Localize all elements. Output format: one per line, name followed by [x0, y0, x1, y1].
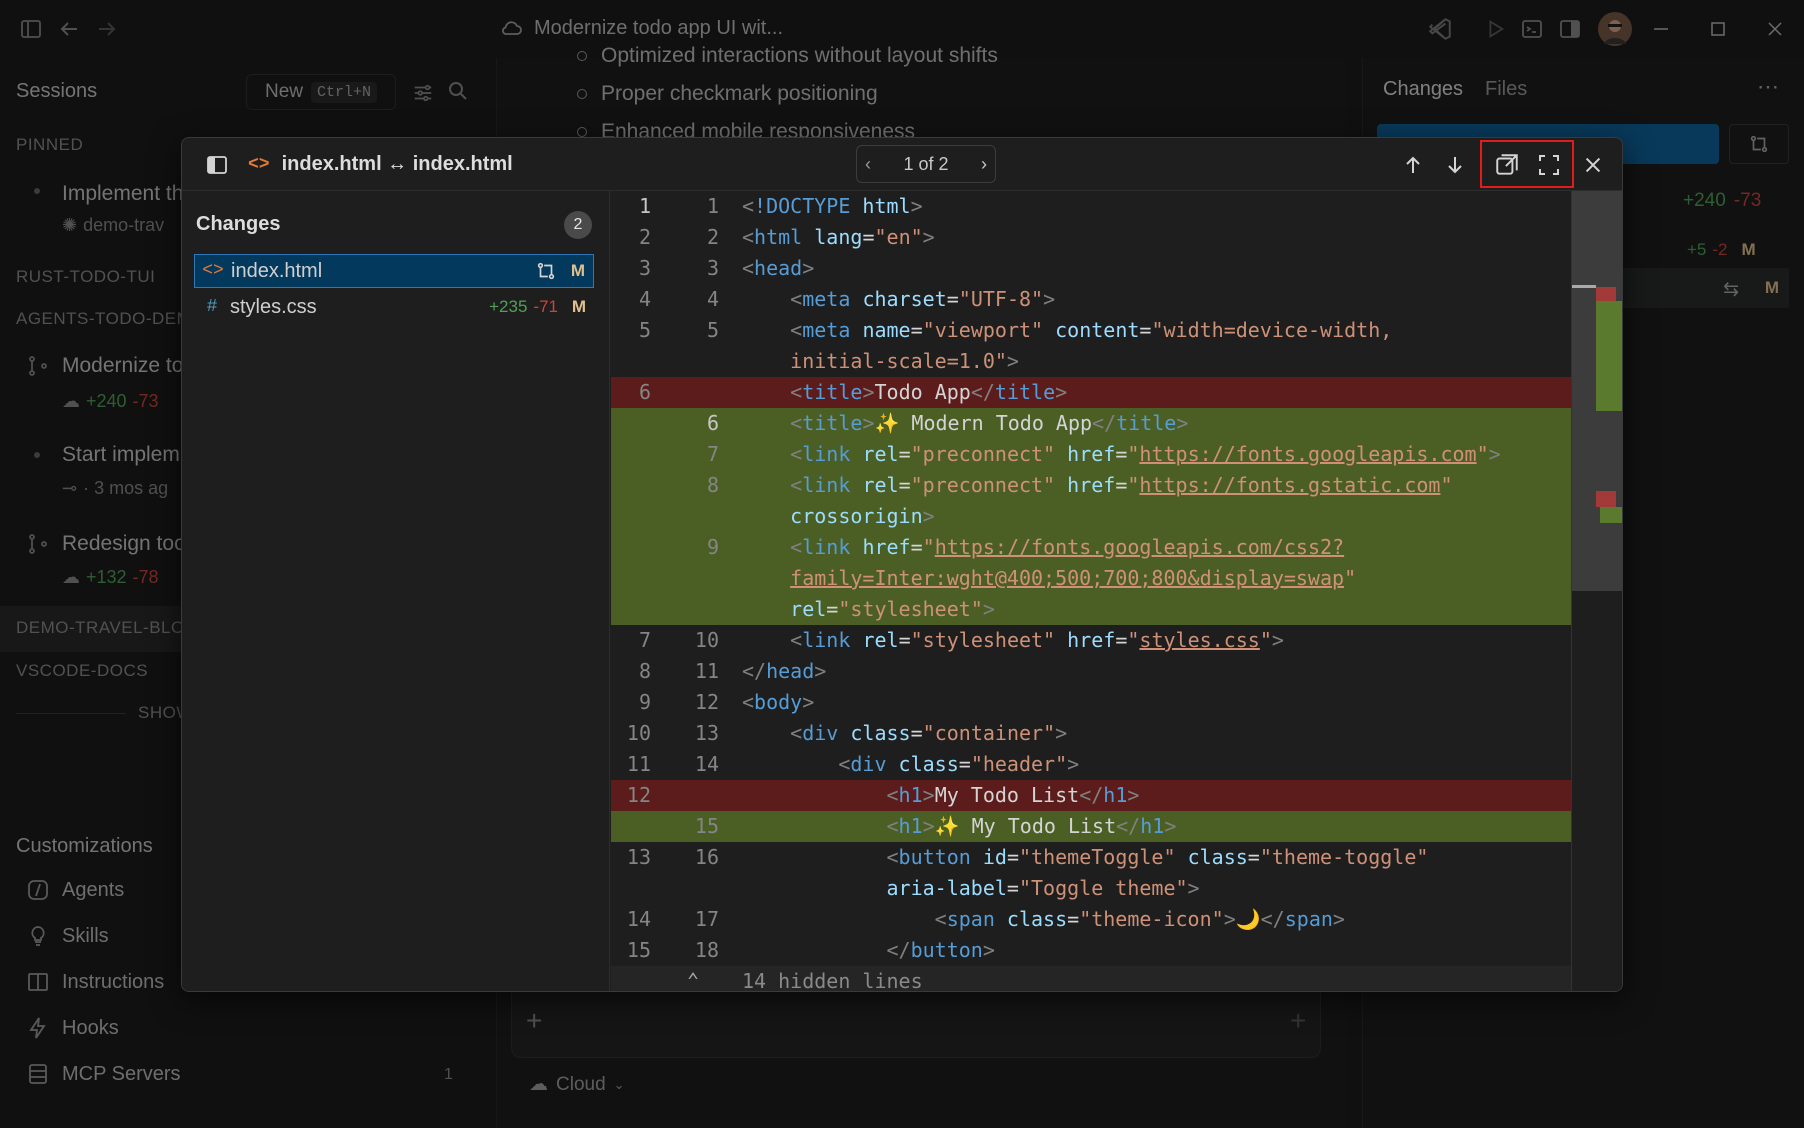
html-file-icon: <> — [248, 154, 270, 175]
added-count: +235 — [489, 297, 528, 316]
code-line: 3 3 <head> — [638, 256, 815, 280]
hidden-lines-row[interactable]: ⌃ 14 hidden lines — [611, 966, 1571, 992]
code-line: 15 18 </button> — [626, 938, 995, 962]
changes-file-list: Changes 2 <> index.html M # styles.css +… — [182, 191, 610, 991]
code-line: 8 11 </head> — [638, 659, 827, 683]
next-change-icon[interactable]: › — [981, 154, 987, 175]
code-line: 9 12 <body> — [638, 690, 815, 714]
minimap-deletion — [1596, 491, 1616, 507]
next-diff-button[interactable] — [1438, 148, 1472, 182]
open-in-editor-icon — [1496, 154, 1518, 175]
code-line: 14 17 <span class="theme-icon">🌙</span> — [626, 907, 1345, 931]
close-diff-button[interactable] — [1576, 148, 1610, 182]
code-line: 7 10 <link rel="stylesheet" href="styles.… — [638, 628, 1284, 652]
minimap-insertion — [1596, 301, 1622, 411]
inserted-line: family=Inter:wght@400;500;700;800&displa… — [611, 563, 1571, 594]
arrow-up-icon — [1406, 156, 1420, 173]
pager-text: 1 of 2 — [903, 153, 949, 174]
file-row-styles-css[interactable]: # styles.css +235 -71 M — [194, 290, 594, 324]
css-file-icon: # — [206, 297, 218, 317]
diff-modal: <> index.html ↔ index.html ‹ 1 of 2 › Ch… — [181, 137, 1623, 992]
toggle-file-list-icon[interactable] — [200, 148, 234, 182]
close-icon — [1585, 157, 1601, 173]
diff-title-text: index.html ↔ index.html — [281, 153, 513, 175]
inserted-line: 7 <link rel="preconnect" href="https://f… — [611, 439, 1571, 470]
code-line: aria-label="Toggle theme"> — [886, 876, 1200, 900]
file-counts: +235 -71 — [489, 297, 558, 317]
file-row-index-html[interactable]: <> index.html M — [194, 254, 594, 288]
file-name: styles.css — [230, 295, 317, 318]
code-line: 1 1 <!DOCTYPE html> — [638, 194, 923, 218]
inserted-line: 6 <title>✨ Modern Todo App</title> — [611, 408, 1571, 439]
minimap-deletion — [1596, 287, 1616, 301]
open-in-editor-button[interactable] — [1490, 148, 1524, 182]
fullscreen-icon — [1539, 155, 1559, 175]
html-file-icon: <> — [202, 261, 224, 281]
code-line: 13 16 <button id="themeToggle" class="the… — [626, 845, 1429, 869]
file-name: index.html — [231, 259, 323, 282]
code-line: initial-scale=1.0"> — [742, 349, 1019, 373]
inserted-line: rel="stylesheet"> — [611, 594, 1571, 625]
deleted-line: 6 <title>Todo App</title> — [611, 377, 1571, 408]
modified-badge: M — [570, 261, 585, 280]
compare-icon[interactable] — [535, 260, 557, 282]
changes-count-badge: 2 — [564, 211, 592, 239]
inserted-line: crossorigin> — [611, 501, 1571, 532]
diff-editor[interactable]: 1 1 <!DOCTYPE html> 2 2 <html lang="en"> 3 3 <… — [611, 191, 1622, 992]
inserted-line: 9 <link href="https://fonts.googleapis.c… — [611, 532, 1571, 563]
deleted-line: 12 <h1>My Todo List</h1> — [611, 780, 1571, 811]
fullscreen-button[interactable] — [1532, 148, 1566, 182]
minimap-marker — [1572, 285, 1596, 288]
diff-title: <> index.html ↔ index.html — [248, 153, 513, 176]
arrow-down-icon — [1448, 157, 1462, 174]
previous-diff-button[interactable] — [1396, 148, 1430, 182]
diff-minimap[interactable] — [1571, 191, 1622, 991]
chevron-up-icon[interactable]: ⌃ — [687, 968, 699, 991]
inserted-line: 8 <link rel="preconnect" href="https://f… — [611, 470, 1571, 501]
diff-modal-header: <> index.html ↔ index.html ‹ 1 of 2 › — [182, 138, 1622, 191]
previous-change-icon[interactable]: ‹ — [865, 154, 871, 175]
code-line: 10 13 <div class="container"> — [626, 721, 1068, 745]
code-line: 11 14 <div class="header"> — [626, 752, 1080, 776]
code-line: 55 <meta name="viewport" content="width=… — [638, 318, 1393, 342]
minimap-insertion — [1600, 507, 1622, 523]
hidden-lines-text: 14 hidden lines — [742, 969, 923, 992]
inserted-line: 15 <h1>✨ My Todo List</h1> — [611, 811, 1571, 842]
code-line: 2 2 <html lang="en"> — [638, 225, 935, 249]
diff-pager: ‹ 1 of 2 › — [856, 145, 996, 183]
changes-heading: Changes — [196, 213, 281, 235]
code-line: 44 <meta charset="UTF-8"> — [638, 287, 1056, 311]
removed-count: -71 — [533, 297, 558, 316]
modified-badge: M — [571, 297, 586, 316]
